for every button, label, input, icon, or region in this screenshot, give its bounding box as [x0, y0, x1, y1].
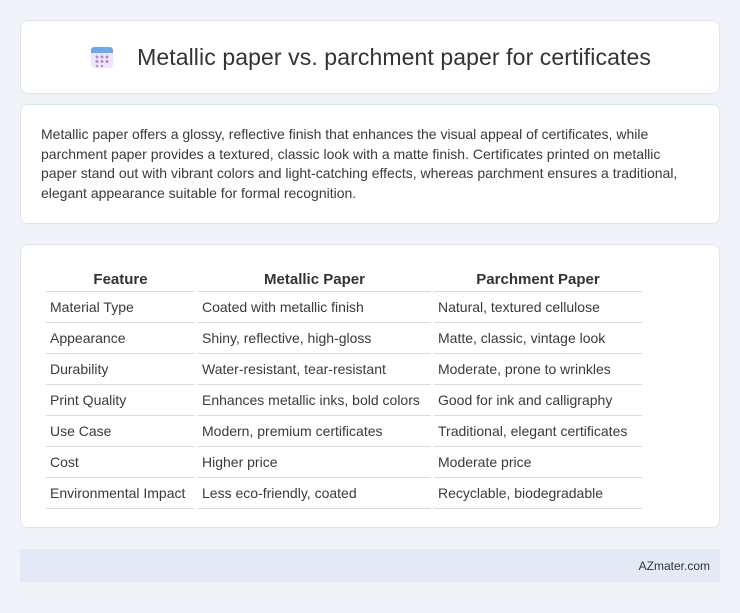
cell-metallic: Shiny, reflective, high-gloss	[198, 323, 431, 354]
column-header-parchment: Parchment Paper	[434, 267, 642, 292]
cell-metallic: Coated with metallic finish	[198, 292, 431, 323]
cell-feature: Use Case	[46, 416, 195, 447]
column-header-feature: Feature	[46, 267, 195, 292]
cell-metallic: Enhances metallic inks, bold colors	[198, 385, 431, 416]
table-row: Durability Water-resistant, tear-resista…	[46, 354, 642, 385]
intro-card: Metallic paper offers a glossy, reflecti…	[20, 104, 720, 224]
cell-parchment: Natural, textured cellulose	[434, 292, 642, 323]
footer-bar: AZmater.com	[20, 549, 720, 582]
table-row: Use Case Modern, premium certificates Tr…	[46, 416, 642, 447]
table-row: Print Quality Enhances metallic inks, bo…	[46, 385, 642, 416]
comparison-table: Feature Metallic Paper Parchment Paper M…	[43, 267, 645, 509]
cell-parchment: Moderate, prone to wrinkles	[434, 354, 642, 385]
column-header-metallic: Metallic Paper	[198, 267, 431, 292]
page-title: Metallic paper vs. parchment paper for c…	[137, 43, 651, 70]
title-card: Metallic paper vs. parchment paper for c…	[20, 20, 720, 94]
cell-metallic: Higher price	[198, 447, 431, 478]
comparison-card: Feature Metallic Paper Parchment Paper M…	[20, 244, 720, 528]
cell-feature: Appearance	[46, 323, 195, 354]
cell-parchment: Recyclable, biodegradable	[434, 478, 642, 509]
table-row: Appearance Shiny, reflective, high-gloss…	[46, 323, 642, 354]
table-row: Cost Higher price Moderate price	[46, 447, 642, 478]
cell-feature: Material Type	[46, 292, 195, 323]
cell-metallic: Water-resistant, tear-resistant	[198, 354, 431, 385]
cell-feature: Durability	[46, 354, 195, 385]
cell-metallic: Less eco-friendly, coated	[198, 478, 431, 509]
cell-parchment: Moderate price	[434, 447, 642, 478]
cell-parchment: Matte, classic, vintage look	[434, 323, 642, 354]
cell-feature: Environmental Impact	[46, 478, 195, 509]
cell-feature: Print Quality	[46, 385, 195, 416]
cell-parchment: Good for ink and calligraphy	[434, 385, 642, 416]
table-header-row: Feature Metallic Paper Parchment Paper	[46, 267, 642, 292]
cell-metallic: Modern, premium certificates	[198, 416, 431, 447]
calendar-icon	[89, 44, 115, 70]
table-row: Environmental Impact Less eco-friendly, …	[46, 478, 642, 509]
table-row: Material Type Coated with metallic finis…	[46, 292, 642, 323]
cell-parchment: Traditional, elegant certificates	[434, 416, 642, 447]
site-credit-link[interactable]: AZmater.com	[639, 559, 710, 573]
cell-feature: Cost	[46, 447, 195, 478]
intro-paragraph: Metallic paper offers a glossy, reflecti…	[41, 126, 678, 201]
